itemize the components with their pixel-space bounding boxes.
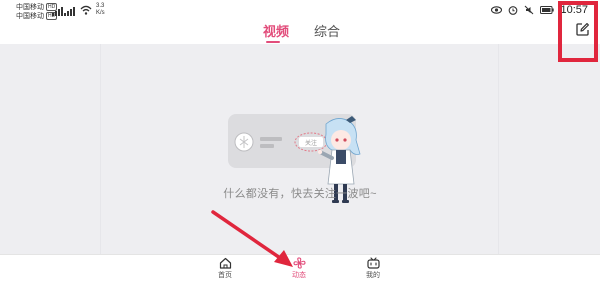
app-screen: 中国移动 HD 中国移动 HD 3.3 K/s 10:57 视频 综合 关注 什…: [0, 0, 600, 287]
nav-label-feed: 动态: [292, 272, 306, 279]
divider: [100, 44, 101, 254]
empty-state-message: 什么都没有，快去关注一波吧~: [223, 188, 377, 200]
battery-icon: [540, 6, 555, 14]
nav-label-mine: 我的: [366, 272, 380, 279]
nav-item-mine[interactable]: 我的: [353, 257, 393, 280]
content-area: 关注 什么都没有，快去关注一波吧~: [0, 44, 600, 254]
header-tabs: 视频 综合: [0, 18, 600, 44]
nav-label-home: 首页: [218, 272, 232, 279]
tv-icon: [366, 257, 380, 269]
home-icon: [219, 257, 231, 269]
highlight-box: [558, 1, 598, 62]
signal-icon: [52, 6, 63, 16]
alarm-icon: [509, 6, 518, 15]
pinwheel-icon: [292, 257, 306, 269]
wifi-icon: [80, 5, 92, 15]
active-tab-indicator: [266, 41, 280, 43]
mute-icon: [525, 5, 534, 15]
nav-item-home[interactable]: 首页: [205, 257, 245, 280]
divider: [498, 44, 499, 254]
follow-chip-label: 关注: [305, 139, 317, 147]
network-speed: 3.3 K/s: [96, 3, 105, 16]
signal-icon: [64, 6, 75, 16]
bottom-nav: 首页 动态 我的: [0, 254, 600, 287]
eye-icon: [491, 6, 503, 14]
nav-item-feed[interactable]: 动态: [279, 257, 319, 280]
tab-general[interactable]: 综合: [314, 21, 340, 40]
tab-video[interactable]: 视频: [263, 21, 289, 40]
